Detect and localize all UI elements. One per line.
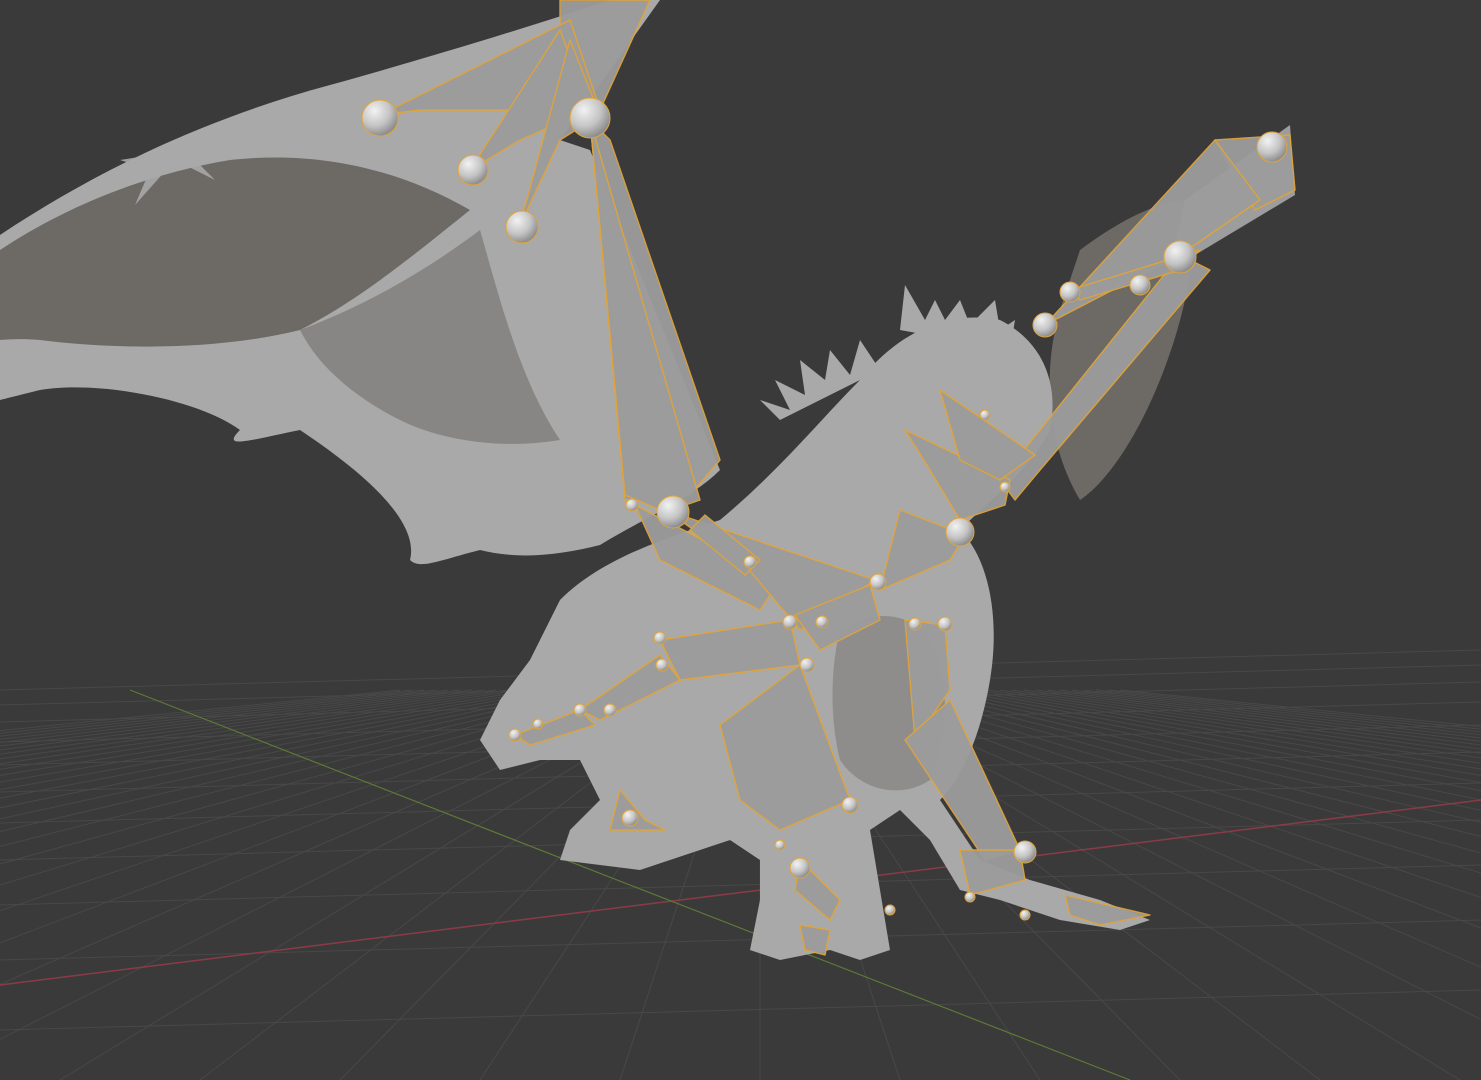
armature-joint[interactable] (1013, 840, 1037, 864)
armature-joint[interactable] (1032, 312, 1058, 338)
armature-joint[interactable] (625, 498, 639, 512)
armature-joint[interactable] (999, 481, 1011, 493)
armature-joint[interactable] (743, 555, 757, 569)
armature-joint[interactable] (869, 573, 887, 591)
armature-joint[interactable] (945, 517, 975, 547)
armature-joint[interactable] (1256, 131, 1288, 163)
armature-joint[interactable] (937, 616, 953, 632)
armature-joint[interactable] (1059, 281, 1081, 303)
armature-joint[interactable] (1129, 274, 1151, 296)
armature-joint[interactable] (841, 796, 859, 814)
armature-joint[interactable] (979, 409, 991, 421)
armature-joint[interactable] (964, 891, 976, 903)
viewport-scene[interactable] (0, 0, 1481, 1080)
armature-joint[interactable] (532, 718, 544, 730)
armature-joint[interactable] (884, 904, 896, 916)
armature-joint[interactable] (655, 658, 669, 672)
armature-joint[interactable] (508, 728, 522, 742)
armature-joint[interactable] (782, 614, 798, 630)
armature-joint[interactable] (505, 210, 539, 244)
3d-viewport[interactable] (0, 0, 1481, 1080)
armature-joint[interactable] (457, 154, 489, 186)
armature-joint[interactable] (656, 495, 690, 529)
armature-joint[interactable] (1019, 909, 1031, 921)
armature-joint[interactable] (815, 615, 829, 629)
armature-joint[interactable] (799, 657, 815, 673)
armature-joint[interactable] (573, 703, 587, 717)
armature-joint[interactable] (621, 809, 639, 827)
armature-joint[interactable] (774, 839, 786, 851)
armature-joint[interactable] (603, 703, 617, 717)
armature-joint[interactable] (361, 99, 399, 137)
armature-joint[interactable] (908, 617, 922, 631)
armature-joint[interactable] (569, 97, 611, 139)
armature-joint[interactable] (653, 631, 667, 645)
armature-joint[interactable] (789, 857, 811, 879)
armature-joint[interactable] (1163, 240, 1197, 274)
